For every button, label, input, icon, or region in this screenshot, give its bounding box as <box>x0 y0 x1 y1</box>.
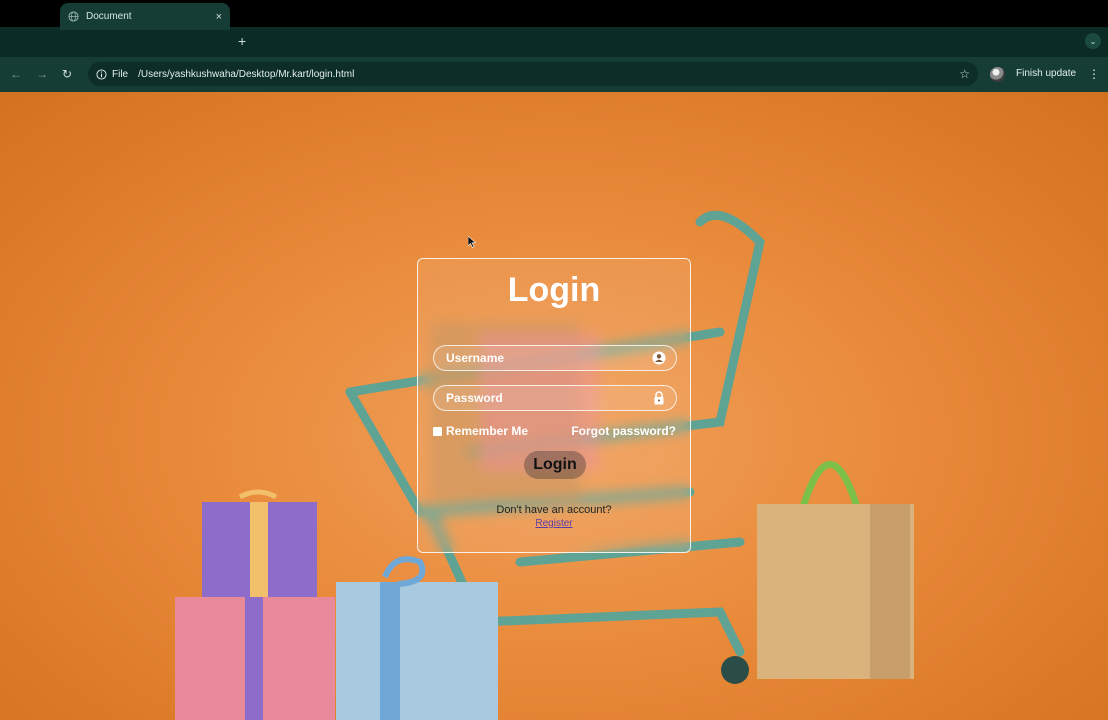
purple-gift <box>202 489 317 602</box>
tab-close-icon[interactable]: × <box>216 11 222 23</box>
blue-gift <box>336 556 498 720</box>
bookmark-star-icon[interactable]: ☆ <box>959 67 970 81</box>
forgot-password-link[interactable]: Forgot password? <box>571 424 676 438</box>
tab-strip <box>0 27 1108 57</box>
pink-gift <box>175 597 335 720</box>
lock-icon <box>654 391 664 405</box>
url-text[interactable]: /Users/yashkushwaha/Desktop/Mr.kart/logi… <box>138 69 959 80</box>
info-icon[interactable] <box>96 68 107 80</box>
reload-icon[interactable]: ↻ <box>62 67 72 81</box>
new-tab-icon[interactable]: + <box>238 33 246 49</box>
profile-avatar[interactable] <box>990 67 1005 82</box>
no-account-text: Don't have an account? <box>496 504 612 516</box>
username-field[interactable] <box>433 345 677 371</box>
tab-search-icon[interactable]: ⌄ <box>1085 33 1101 49</box>
globe-icon <box>68 11 79 22</box>
page-content: Login Remember Me Forgot password? Login… <box>0 92 1108 720</box>
password-field[interactable] <box>433 385 677 411</box>
url-scheme-label: File <box>112 68 129 80</box>
tab-title: Document <box>86 11 132 22</box>
register-link[interactable]: Register <box>418 518 690 529</box>
password-input[interactable] <box>444 390 652 406</box>
browser-tab[interactable]: Document × <box>60 3 230 30</box>
address-bar[interactable]: File /Users/yashkushwaha/Desktop/Mr.kart… <box>88 62 978 86</box>
login-form: Login Remember Me Forgot password? Login… <box>417 258 691 553</box>
username-input[interactable] <box>444 350 652 366</box>
mouse-cursor-icon <box>468 236 476 248</box>
remember-me-checkbox[interactable]: Remember Me <box>433 424 528 438</box>
login-button[interactable]: Login <box>524 451 586 479</box>
login-title: Login <box>507 271 601 309</box>
finish-update-button[interactable]: Finish update <box>1016 65 1076 83</box>
back-icon[interactable]: ← <box>10 67 22 81</box>
forward-icon[interactable]: → <box>36 67 48 81</box>
remember-me-label: Remember Me <box>446 424 529 438</box>
checkbox-icon[interactable] <box>433 426 442 436</box>
paper-bag <box>757 461 914 679</box>
menu-kebab-icon[interactable]: ⋮ <box>1088 66 1100 82</box>
user-icon <box>652 351 666 365</box>
